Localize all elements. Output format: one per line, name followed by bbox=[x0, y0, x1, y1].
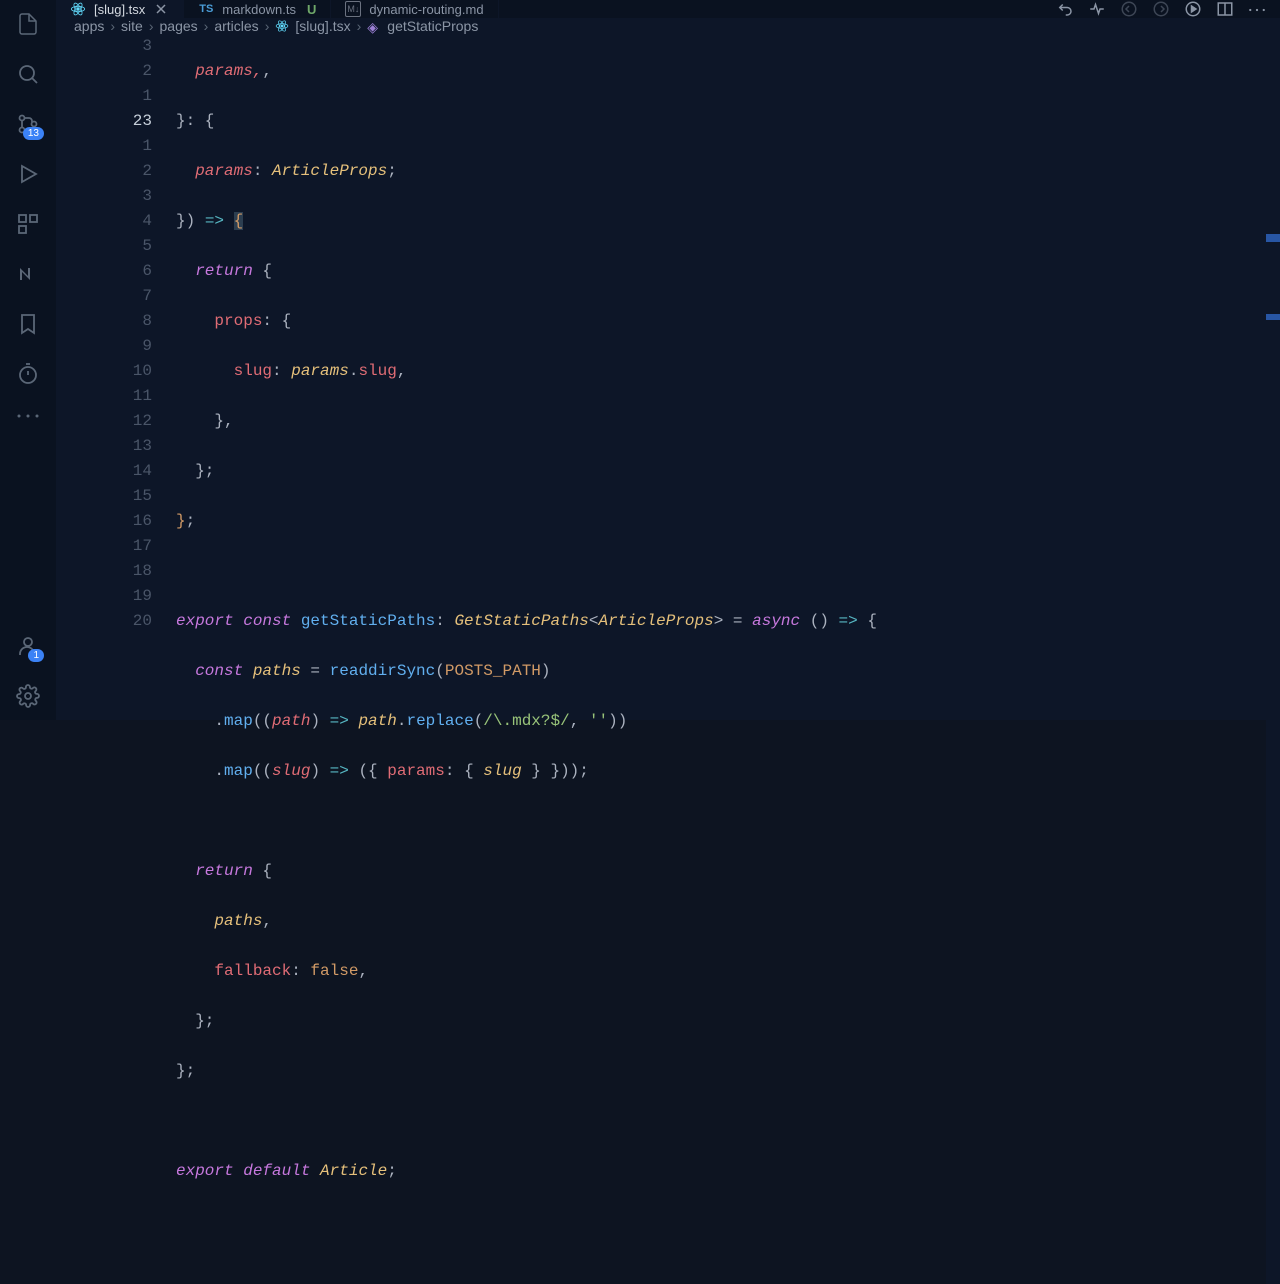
crumb-symbol[interactable]: getStaticProps bbox=[387, 18, 478, 34]
tab-markdown-ts[interactable]: TS markdown.ts U bbox=[184, 0, 331, 18]
split-editor-icon[interactable] bbox=[1216, 0, 1234, 18]
tab-label: [slug].tsx bbox=[94, 2, 145, 17]
react-icon bbox=[70, 1, 86, 17]
tab-dynamic-routing-md[interactable]: M↓ dynamic-routing.md bbox=[331, 0, 498, 18]
search-icon[interactable] bbox=[14, 60, 42, 88]
crumb-pages[interactable]: pages bbox=[160, 18, 198, 34]
extensions-icon[interactable] bbox=[14, 210, 42, 238]
minimap[interactable] bbox=[1266, 34, 1280, 1284]
crumb-site[interactable]: site bbox=[121, 18, 143, 34]
compare-icon[interactable] bbox=[1088, 0, 1106, 18]
activity-bar: 13 1 bbox=[0, 0, 56, 720]
gear-icon[interactable] bbox=[14, 682, 42, 710]
minimap-marker bbox=[1266, 234, 1280, 242]
tab-label: markdown.ts bbox=[222, 2, 296, 17]
debug-icon[interactable] bbox=[14, 160, 42, 188]
symbol-method-icon: ◈ bbox=[367, 19, 381, 33]
nav-prev-icon[interactable] bbox=[1120, 0, 1138, 18]
crumb-apps[interactable]: apps bbox=[74, 18, 104, 34]
react-icon bbox=[275, 19, 289, 33]
run-icon[interactable] bbox=[1184, 0, 1202, 18]
chevron-right-icon: › bbox=[110, 18, 115, 34]
minimap-marker bbox=[1266, 314, 1280, 320]
bookmark-icon[interactable] bbox=[14, 310, 42, 338]
code-editor[interactable]: 3 2 1 23 1 2 3 4 5 6 7 8 9 10 11 12 13 1… bbox=[56, 34, 1280, 1284]
modified-status: U bbox=[307, 2, 316, 17]
more-icon[interactable] bbox=[14, 410, 42, 422]
line-numbers: 3 2 1 23 1 2 3 4 5 6 7 8 9 10 11 12 13 1… bbox=[56, 34, 176, 1284]
go-back-icon[interactable] bbox=[1056, 0, 1074, 18]
chevron-right-icon: › bbox=[204, 18, 209, 34]
chevron-right-icon: › bbox=[149, 18, 154, 34]
tab-label: dynamic-routing.md bbox=[369, 2, 483, 17]
chevron-right-icon: › bbox=[357, 18, 362, 34]
ts-icon: TS bbox=[198, 1, 214, 17]
tab-actions bbox=[1056, 0, 1280, 18]
nav-next-icon[interactable] bbox=[1152, 0, 1170, 18]
markdown-icon: M↓ bbox=[345, 1, 361, 17]
scm-badge: 13 bbox=[23, 127, 44, 140]
breadcrumbs[interactable]: apps › site › pages › articles › [slug].… bbox=[56, 18, 1280, 34]
tab-slug-tsx[interactable]: [slug].tsx bbox=[56, 0, 184, 18]
crumb-file[interactable]: [slug].tsx bbox=[295, 18, 350, 34]
timer-icon[interactable] bbox=[14, 360, 42, 388]
explorer-icon[interactable] bbox=[14, 10, 42, 38]
nx-icon[interactable] bbox=[14, 260, 42, 288]
tab-bar: [slug].tsx TS markdown.ts U M↓ dynamic-r… bbox=[56, 0, 1280, 18]
crumb-articles[interactable]: articles bbox=[214, 18, 258, 34]
editor-group: [slug].tsx TS markdown.ts U M↓ dynamic-r… bbox=[56, 0, 1280, 720]
account-icon[interactable]: 1 bbox=[14, 632, 42, 660]
chevron-right-icon: › bbox=[265, 18, 270, 34]
more-actions-icon[interactable] bbox=[1248, 0, 1266, 18]
close-icon[interactable] bbox=[153, 1, 169, 17]
source-control-icon[interactable]: 13 bbox=[14, 110, 42, 138]
code-content[interactable]: params,, }: { params: ArticleProps; }) =… bbox=[176, 34, 1266, 1284]
account-badge: 1 bbox=[28, 649, 44, 662]
